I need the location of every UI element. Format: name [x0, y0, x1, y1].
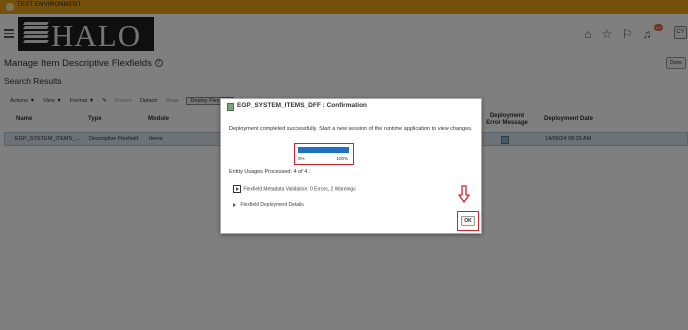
annotation-down-arrow-icon [458, 185, 470, 203]
progress-highlight: 0% 100% [294, 143, 354, 165]
validation-text: Flexfield Metadata Validation: 0 Errors,… [243, 186, 356, 193]
expand-triangle-icon[interactable] [233, 202, 236, 207]
confirmation-dialog: EGP_SYSTEM_ITEMS_DFF : Confirmation Depl… [220, 98, 482, 234]
deployment-details-disclosure[interactable]: Flexfield Deployment Details [233, 202, 304, 208]
document-icon [227, 103, 234, 111]
expand-toggle-icon[interactable] [233, 185, 241, 193]
progress-bar [298, 147, 349, 153]
progress-max-label: 100% [336, 156, 348, 161]
dialog-message: Deployment completed successfully. Start… [229, 126, 473, 132]
deployment-details-text: Flexfield Deployment Details [240, 202, 304, 208]
ok-button[interactable]: OK [461, 216, 475, 226]
validation-disclosure[interactable]: Flexfield Metadata Validation: 0 Errors,… [233, 185, 356, 193]
entity-usages-text: Entity Usages Processed: 4 of 4 . [229, 169, 311, 175]
ok-highlight: OK [457, 211, 479, 231]
dialog-header: EGP_SYSTEM_ITEMS_DFF : Confirmation [221, 99, 481, 115]
progress-min-label: 0% [298, 156, 305, 161]
progress-bar-fill [298, 147, 349, 153]
dialog-title: EGP_SYSTEM_ITEMS_DFF : Confirmation [237, 102, 368, 109]
